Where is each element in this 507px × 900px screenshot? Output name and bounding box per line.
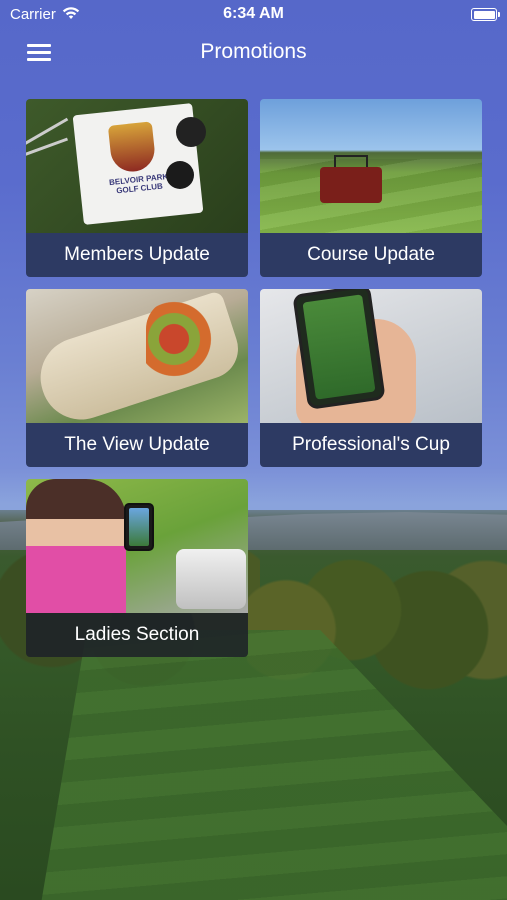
battery-icon (471, 8, 500, 21)
navigation-bar: Promotions (0, 36, 507, 70)
mower (320, 167, 382, 203)
professionals-cup-image (260, 289, 482, 429)
tile-label: The View Update (26, 423, 248, 467)
members-update-image: BELVOIR PARK GOLF CLUB (26, 99, 248, 233)
wood-head (166, 161, 194, 189)
phone-icon (292, 289, 386, 410)
club-crest-logo (107, 121, 157, 174)
tile-course-update[interactable]: Course Update (260, 99, 482, 277)
tile-professionals-cup[interactable]: Professional's Cup (260, 289, 482, 467)
tile-label: Members Update (26, 233, 248, 277)
tile-label: Professional's Cup (260, 423, 482, 467)
tile-ladies-section[interactable]: Ladies Section (26, 479, 248, 657)
the-view-update-image (26, 289, 248, 430)
page-title: Promotions (200, 40, 307, 63)
tile-label: Course Update (260, 233, 482, 277)
golf-bag (176, 549, 246, 609)
driver-head (176, 117, 206, 147)
tile-members-update[interactable]: BELVOIR PARK GOLF CLUB Members Update (26, 99, 248, 277)
clock: 6:34 AM (223, 5, 284, 22)
flag-club-name: BELVOIR PARK GOLF CLUB (108, 171, 169, 196)
status-bar: Carrier 6:34 AM (0, 0, 507, 28)
ladies-section-image (26, 479, 248, 613)
tile-the-view-update[interactable]: The View Update (26, 289, 248, 467)
tile-label: Ladies Section (26, 613, 248, 657)
golfer-woman (26, 479, 126, 613)
phone-icon (124, 503, 154, 551)
course-update-image (260, 99, 482, 233)
